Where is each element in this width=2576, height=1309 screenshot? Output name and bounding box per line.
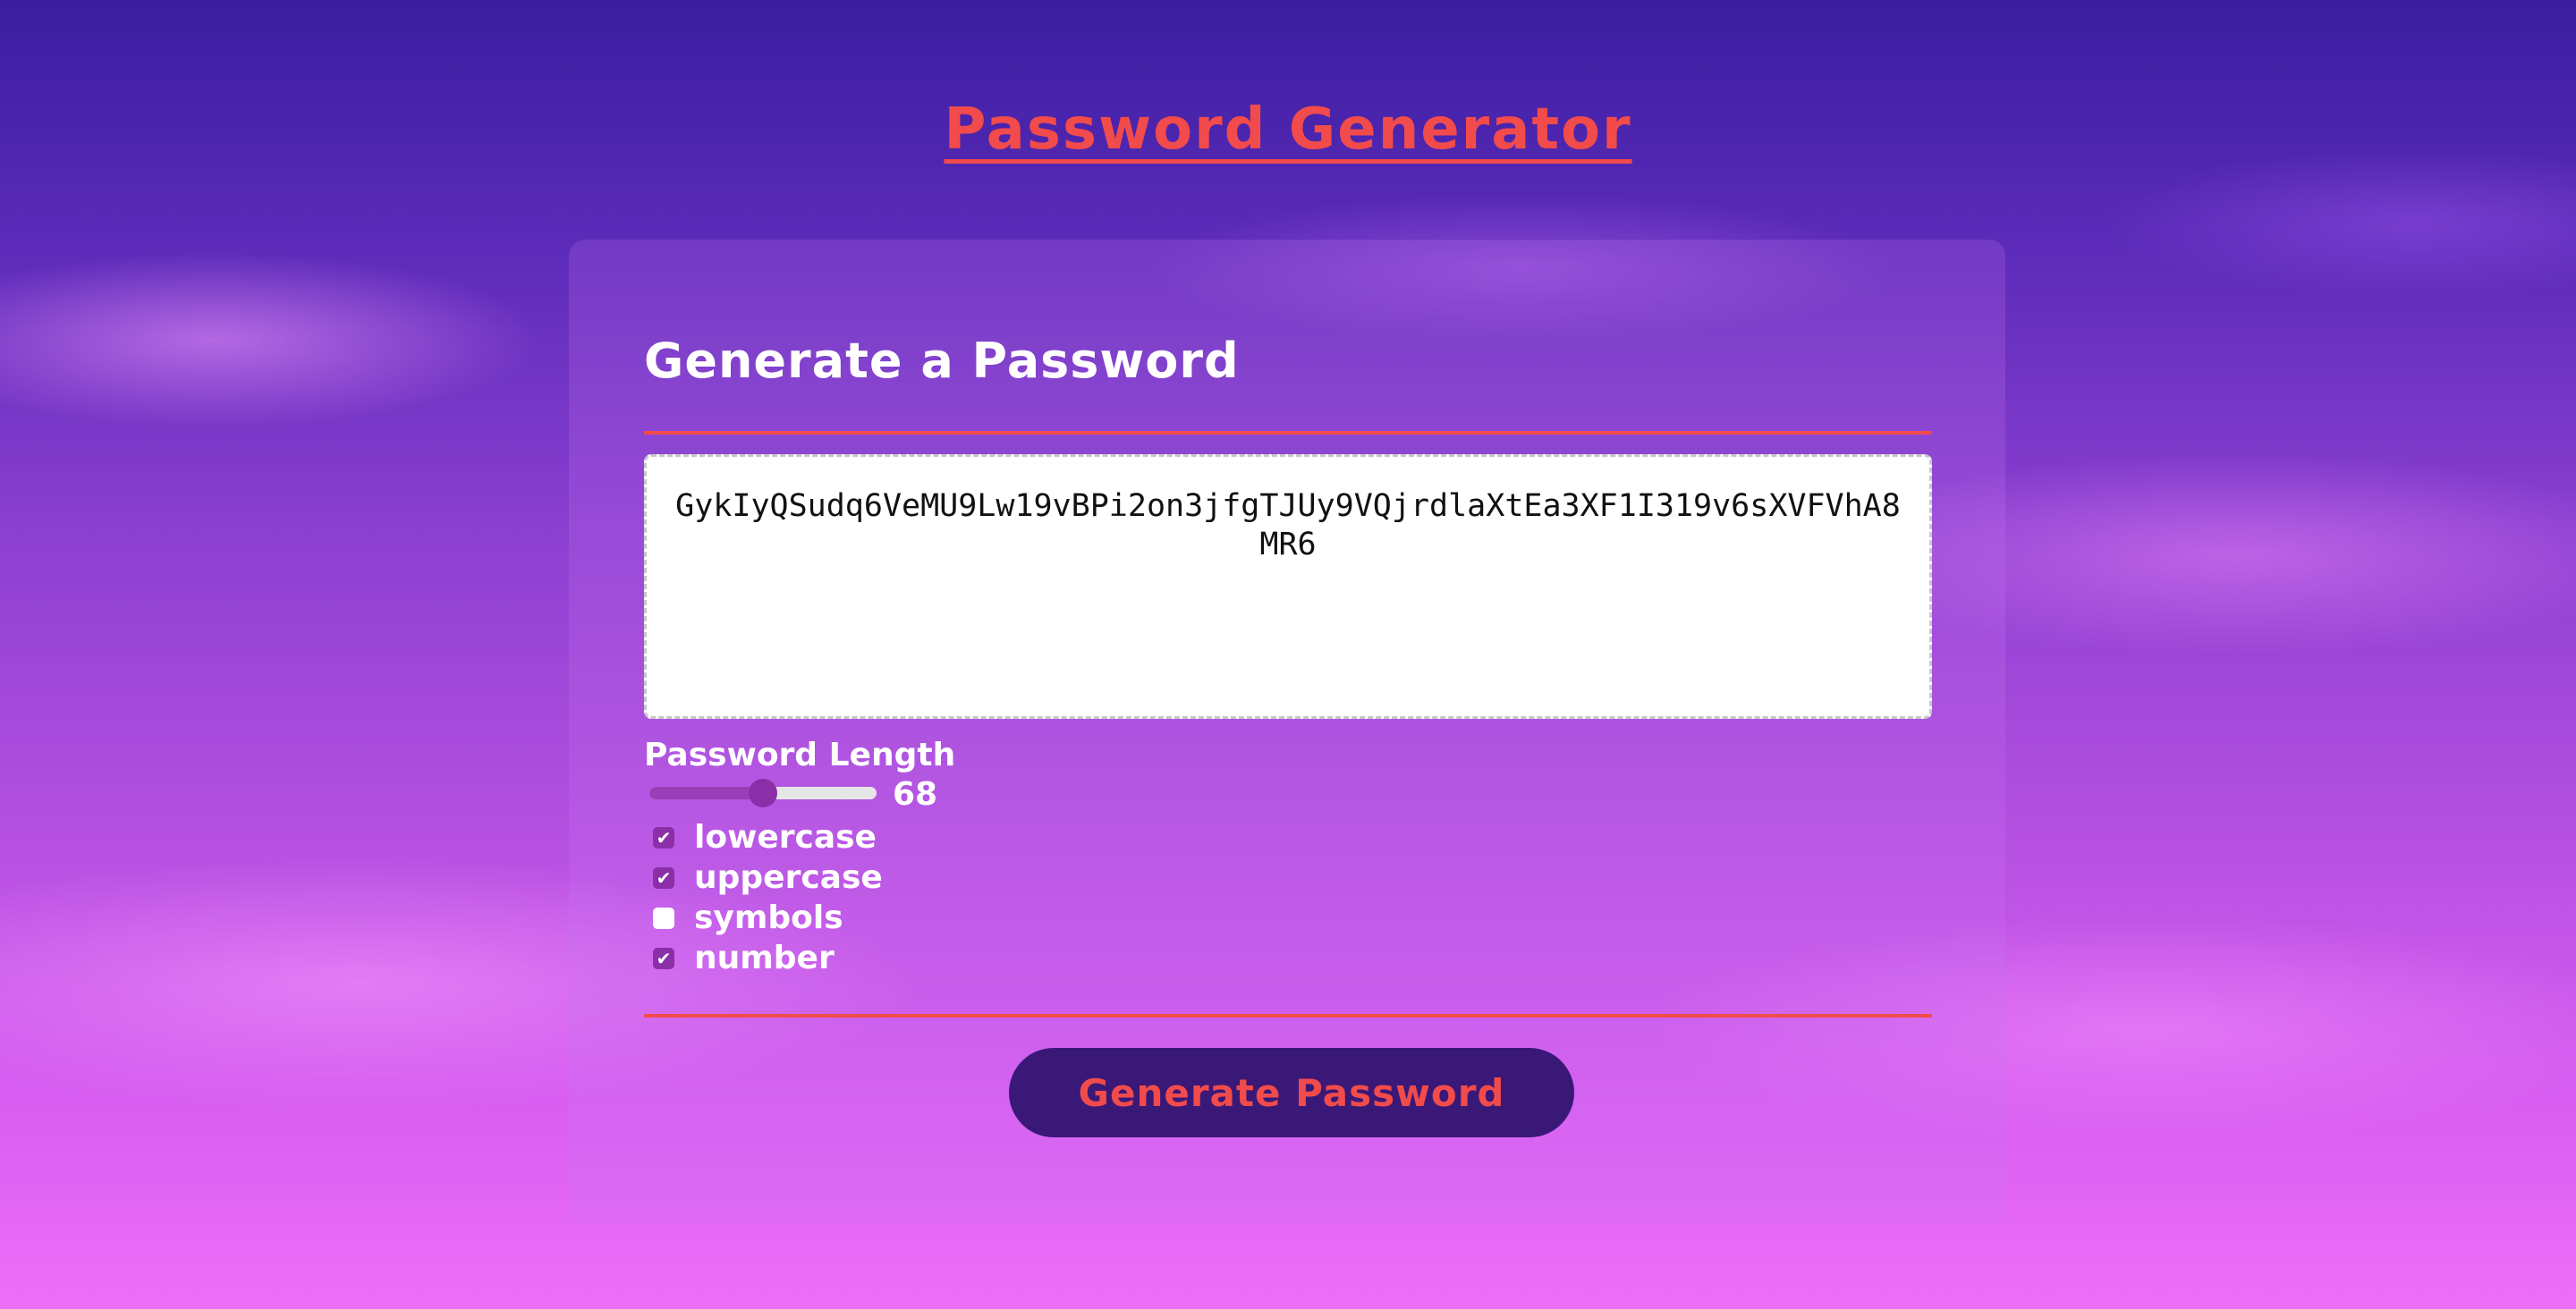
option-symbols: symbols [653, 898, 883, 938]
option-label: lowercase [694, 819, 877, 856]
password-length-label: Password Length [644, 737, 956, 773]
card-title: Generate a Password [644, 333, 1240, 389]
character-options: ✔ lowercase ✔ uppercase symbols ✔ number [653, 817, 883, 978]
option-label: uppercase [694, 859, 883, 896]
option-label: number [694, 940, 835, 976]
password-output[interactable]: GykIyQSudq6VeMU9Lw19vBPi2on3jfgTJUy9VQjr… [644, 454, 1932, 719]
generate-password-button[interactable]: Generate Password [1009, 1048, 1574, 1137]
slider-thumb[interactable] [749, 779, 777, 807]
generator-card: Generate a Password GykIyQSudq6VeMU9Lw19… [569, 240, 2005, 1223]
uppercase-checkbox[interactable]: ✔ [653, 866, 674, 889]
slider-fill [649, 787, 763, 799]
option-number: ✔ number [653, 938, 883, 978]
number-checkbox[interactable]: ✔ [653, 947, 674, 969]
page-title: Password Generator [944, 97, 1632, 163]
option-lowercase: ✔ lowercase [653, 817, 883, 857]
option-uppercase: ✔ uppercase [653, 857, 883, 898]
bottom-divider [644, 1014, 1932, 1018]
password-length-value: 68 [893, 776, 938, 813]
top-divider [644, 431, 1932, 435]
option-label: symbols [694, 899, 843, 936]
password-length-slider[interactable] [649, 779, 877, 807]
lowercase-checkbox[interactable]: ✔ [653, 826, 674, 849]
symbols-checkbox[interactable] [653, 907, 674, 929]
